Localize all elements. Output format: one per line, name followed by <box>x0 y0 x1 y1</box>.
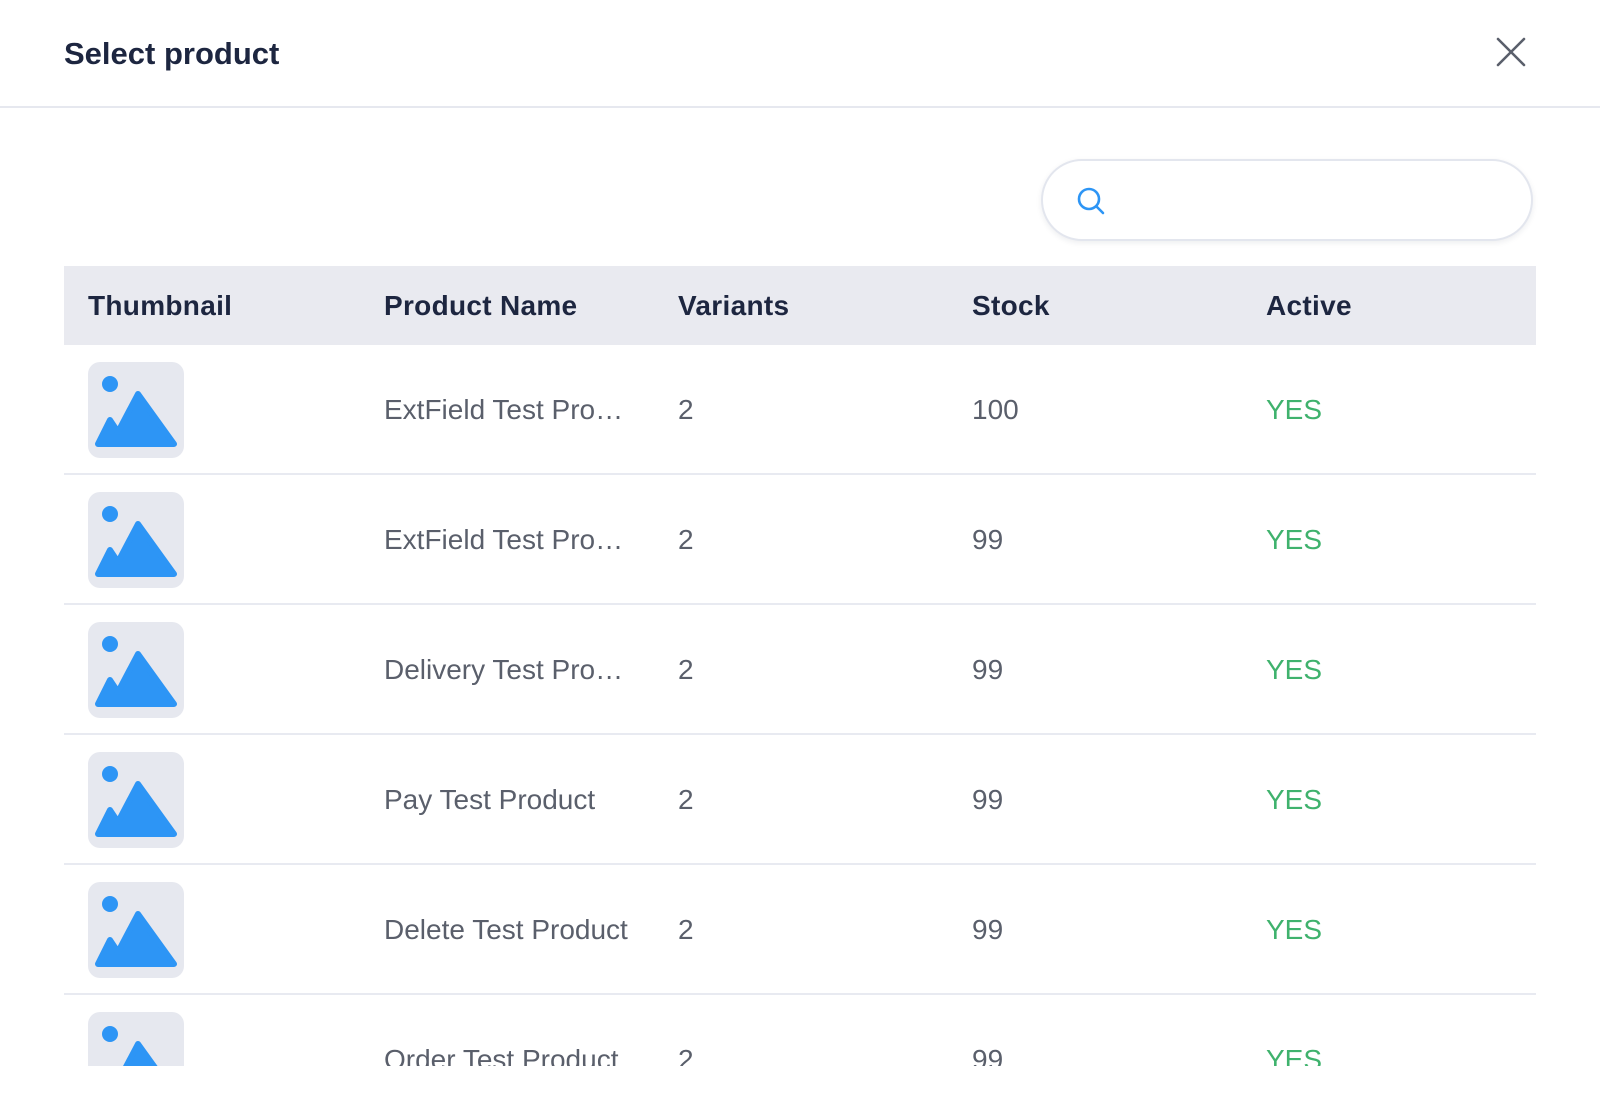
product-name: Pay Test Product <box>384 784 596 815</box>
product-stock: 99 <box>972 524 1004 555</box>
image-placeholder-icon <box>95 766 177 837</box>
table-row[interactable]: ExtField Test Product 1 2 100 YES <box>64 345 1536 475</box>
product-thumbnail <box>88 882 184 978</box>
close-button[interactable] <box>1493 34 1529 70</box>
dialog-header: Select product <box>0 0 1600 108</box>
product-active-status: YES <box>1266 654 1323 685</box>
search-icon <box>1077 187 1105 215</box>
product-variants: 2 <box>678 784 694 815</box>
product-active-status: YES <box>1266 1044 1323 1066</box>
search-input[interactable] <box>1127 177 1511 225</box>
product-variants: 2 <box>678 394 694 425</box>
product-active-status: YES <box>1266 914 1323 945</box>
product-stock: 99 <box>972 654 1004 685</box>
table-row[interactable]: Order Test Product 2 99 YES <box>64 995 1536 1066</box>
column-header-active[interactable]: Active <box>1266 266 1352 345</box>
product-name: Order Test Product <box>384 1044 619 1066</box>
product-variants: 2 <box>678 654 694 685</box>
product-variants: 2 <box>678 1044 694 1066</box>
product-thumbnail <box>88 752 184 848</box>
product-table: Thumbnail Product Name Variants Stock Ac… <box>64 266 1536 1066</box>
image-placeholder-icon <box>95 376 177 447</box>
search-box[interactable] <box>1041 159 1533 241</box>
table-row[interactable]: Delivery Test Product 2 99 YES <box>64 605 1536 735</box>
select-product-dialog: Select product Thumbnail Product Name Va… <box>0 0 1600 1114</box>
image-placeholder-icon <box>95 636 177 707</box>
column-header-variants[interactable]: Variants <box>678 266 789 345</box>
close-icon <box>1496 37 1526 67</box>
table-row[interactable]: Pay Test Product 2 99 YES <box>64 735 1536 865</box>
product-thumbnail <box>88 622 184 718</box>
product-active-status: YES <box>1266 394 1323 425</box>
table-header: Thumbnail Product Name Variants Stock Ac… <box>64 266 1536 345</box>
table-body: ExtField Test Product 12100YESExtField T… <box>64 345 1536 1066</box>
product-stock: 99 <box>972 784 1004 815</box>
product-variants: 2 <box>678 524 694 555</box>
table-row[interactable]: Delete Test Product 2 99 YES <box>64 865 1536 995</box>
table-row[interactable]: ExtField Test Product 2 2 99 YES <box>64 475 1536 605</box>
product-stock: 99 <box>972 914 1004 945</box>
dialog-title: Select product <box>64 36 280 71</box>
product-active-status: YES <box>1266 524 1323 555</box>
product-thumbnail <box>88 362 184 458</box>
product-name: ExtField Test Product 1 <box>384 394 628 425</box>
product-active-status: YES <box>1266 784 1323 815</box>
image-placeholder-icon <box>102 1026 158 1066</box>
column-header-stock[interactable]: Stock <box>972 266 1050 345</box>
product-name: Delivery Test Product <box>384 654 628 685</box>
product-thumbnail <box>88 492 184 588</box>
product-stock: 99 <box>972 1044 1004 1066</box>
image-placeholder-icon <box>95 896 177 967</box>
product-name: Delete Test Product <box>384 914 628 945</box>
product-name: ExtField Test Product 2 <box>384 524 628 555</box>
product-variants: 2 <box>678 914 694 945</box>
product-thumbnail <box>88 1012 184 1066</box>
column-header-thumbnail: Thumbnail <box>88 290 233 321</box>
product-stock: 100 <box>972 394 1019 425</box>
image-placeholder-icon <box>95 506 177 577</box>
column-header-product-name[interactable]: Product Name <box>384 266 577 345</box>
